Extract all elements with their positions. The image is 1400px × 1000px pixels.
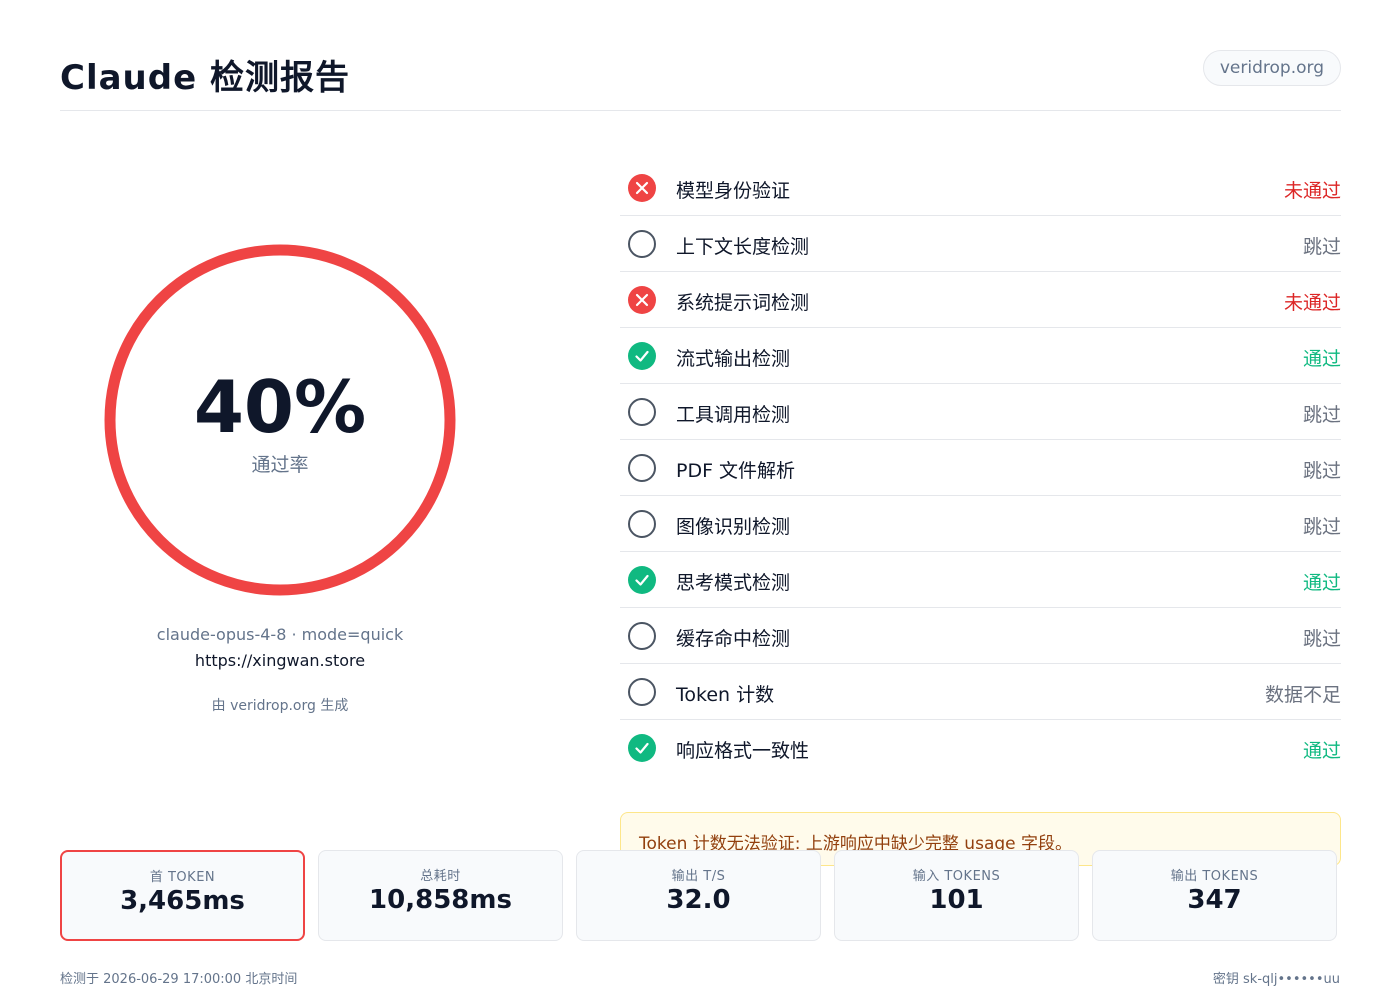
check-name: 系统提示词检测 xyxy=(676,292,810,314)
check-row: PDF 文件解析 跳过 xyxy=(620,440,1341,496)
stat-value: 32.0 xyxy=(666,885,731,915)
check-name: 图像识别检测 xyxy=(676,516,791,538)
check-result: 通过 xyxy=(1302,740,1341,762)
check-result: 跳过 xyxy=(1302,236,1341,258)
stat-card: 输出 TOKENS 347 xyxy=(1092,850,1337,941)
empty-circle-icon xyxy=(628,398,656,426)
domain-badge[interactable]: veridrop.org xyxy=(1202,50,1341,86)
check-row: 思考模式检测 通过 xyxy=(620,552,1341,608)
check-row: 系统提示词检测 未通过 xyxy=(620,272,1341,328)
check-result: 跳过 xyxy=(1302,628,1341,650)
stats-row: 首 TOKEN 3,465ms 总耗时 10,858ms 输出 T/S 32.0 输入 TO… xyxy=(60,850,1341,941)
stat-value: 10,858ms xyxy=(369,885,512,915)
check-list: 模型身份验证 未通过 上下文长度检测 跳过 系统提示词检测 未通过 流式输出检测 通过 工具调用… xyxy=(620,160,1341,776)
stat-label: 输出 T/S xyxy=(671,869,726,884)
check-row: 工具调用检测 跳过 xyxy=(620,384,1341,440)
check-row: 流式输出检测 通过 xyxy=(620,328,1341,384)
check-result: 数据不足 xyxy=(1264,684,1341,706)
empty-circle-icon xyxy=(628,230,656,258)
stat-label: 首 TOKEN xyxy=(149,870,216,885)
check-result: 未通过 xyxy=(1283,180,1341,202)
check-circle-icon xyxy=(628,566,656,594)
page-title: Claude 检测报告 xyxy=(60,58,350,98)
x-circle-icon xyxy=(628,174,656,202)
check-result: 跳过 xyxy=(1302,516,1341,538)
check-name: PDF 文件解析 xyxy=(676,460,796,482)
check-row: 图像识别检测 跳过 xyxy=(620,496,1341,552)
report-header: Claude 检测报告 veridrop.org xyxy=(60,44,1341,111)
stat-card: 输出 T/S 32.0 xyxy=(576,850,821,941)
check-name: 缓存命中检测 xyxy=(676,628,791,650)
powered-by: 由 veridrop.org 生成 xyxy=(211,698,349,714)
check-row: Token 计数 数据不足 xyxy=(620,664,1341,720)
stat-label: 输出 TOKENS xyxy=(1170,869,1259,884)
score-label: 通过率 xyxy=(251,454,309,476)
score-value: 40% xyxy=(193,365,367,449)
stat-value: 3,465ms xyxy=(120,886,245,916)
stat-card: 输入 TOKENS 101 xyxy=(834,850,1079,941)
stat-card: 首 TOKEN 3,465ms xyxy=(60,850,305,941)
check-circle-icon xyxy=(628,734,656,762)
check-result: 通过 xyxy=(1302,572,1341,594)
empty-circle-icon xyxy=(628,622,656,650)
x-circle-icon xyxy=(628,286,656,314)
target-url[interactable]: https://xingwan.store xyxy=(60,651,500,670)
check-name: 流式输出检测 xyxy=(676,348,791,370)
score-ring: 40% 通过率 xyxy=(104,244,456,596)
check-name: 响应格式一致性 xyxy=(676,740,810,762)
check-name: Token 计数 xyxy=(676,684,775,706)
check-result: 跳过 xyxy=(1302,460,1341,482)
check-name: 模型身份验证 xyxy=(676,180,791,202)
check-result: 未通过 xyxy=(1283,292,1341,314)
model-meta: claude-opus-4-8 · mode=quick xyxy=(156,625,404,644)
footer-timestamp: 检测于 2026-06-29 17:00:00 北京时间 xyxy=(60,972,298,987)
stat-value: 101 xyxy=(929,885,984,915)
check-row: 响应格式一致性 通过 xyxy=(620,720,1341,776)
check-row: 上下文长度检测 跳过 xyxy=(620,216,1341,272)
empty-circle-icon xyxy=(628,510,656,538)
stat-label: 输入 TOKENS xyxy=(912,869,1001,884)
check-result: 通过 xyxy=(1302,348,1341,370)
check-name: 工具调用检测 xyxy=(676,404,791,426)
empty-circle-icon xyxy=(628,454,656,482)
check-name: 思考模式检测 xyxy=(676,572,791,594)
empty-circle-icon xyxy=(628,678,656,706)
check-row: 缓存命中检测 跳过 xyxy=(620,608,1341,664)
stat-card: 总耗时 10,858ms xyxy=(318,850,563,941)
footer-key: 密钥 sk-qlj••••••uu xyxy=(1212,972,1340,987)
check-name: 上下文长度检测 xyxy=(676,236,810,258)
stat-label: 总耗时 xyxy=(420,869,461,884)
stat-value: 347 xyxy=(1187,885,1242,915)
check-circle-icon xyxy=(628,342,656,370)
check-row: 模型身份验证 未通过 xyxy=(620,160,1341,216)
check-result: 跳过 xyxy=(1302,404,1341,426)
